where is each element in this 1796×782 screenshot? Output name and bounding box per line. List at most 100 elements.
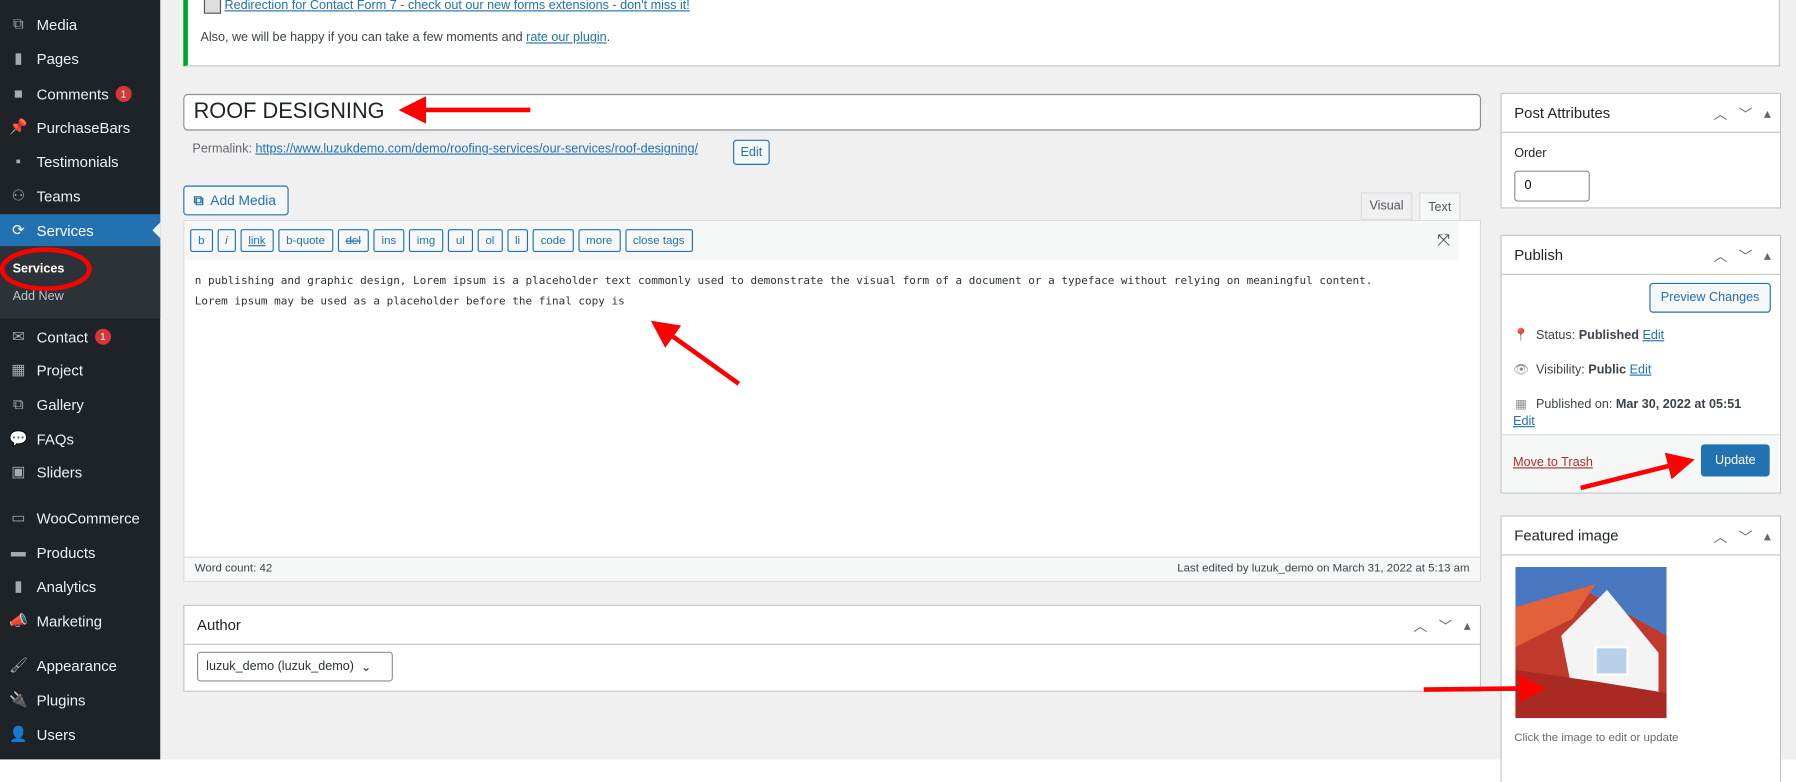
- submenu-add-new[interactable]: Add New: [13, 290, 64, 304]
- plugins-icon: 🔌: [9, 690, 28, 708]
- sidebar-item-testimonials[interactable]: ▪ Testimonials: [0, 145, 160, 177]
- sidebar-item-label: Media: [36, 15, 78, 33]
- quicktag-link[interactable]: link: [240, 229, 274, 252]
- quicktag-close-tags[interactable]: close tags: [624, 229, 693, 252]
- notification-badge: 1: [94, 328, 111, 345]
- sidebar-item-sliders[interactable]: ▣ Sliders: [0, 456, 160, 488]
- sidebar-item-label: Services: [36, 221, 94, 239]
- sidebar-item-plugins[interactable]: 🔌 Plugins: [0, 684, 160, 716]
- media-icon: ⧉: [193, 191, 204, 208]
- project-icon: ▦: [11, 360, 26, 378]
- tab-visual[interactable]: Visual: [1360, 192, 1413, 220]
- featured-image-thumbnail[interactable]: [1515, 566, 1667, 719]
- mail-icon: ✉: [12, 327, 25, 345]
- sidebar-item-marketing[interactable]: 📣 Marketing: [0, 605, 160, 637]
- post-title-input[interactable]: ROOF DESIGNING: [183, 93, 1482, 131]
- move-up-icon[interactable]: ︿: [1413, 616, 1427, 635]
- preview-changes-button[interactable]: Preview Changes: [1649, 282, 1771, 313]
- sidebar-item-pages[interactable]: ▮ Pages: [0, 42, 160, 74]
- services-submenu: Services Add New: [0, 246, 161, 319]
- quicktag-more[interactable]: more: [578, 229, 621, 252]
- sidebar-item-purchasebars[interactable]: 📌 PurchaseBars: [0, 111, 160, 143]
- add-media-label: Add Media: [210, 192, 276, 209]
- quicktag-code[interactable]: code: [532, 229, 574, 252]
- post-attributes-header: Post Attributes ︿ ﹀ ▴: [1501, 94, 1780, 133]
- sidebar-item-label: Teams: [36, 187, 81, 205]
- sidebar-item-project[interactable]: ▦ Project: [0, 354, 160, 386]
- quicktag-del[interactable]: del: [337, 229, 369, 252]
- content-textarea[interactable]: n publishing and graphic design, Lorem i…: [195, 271, 1373, 312]
- move-up-icon[interactable]: ︿: [1713, 104, 1727, 123]
- sidebar-item-analytics[interactable]: ▮ Analytics: [0, 570, 160, 602]
- toggle-icon[interactable]: ▴: [1764, 528, 1771, 544]
- quicktag-ins[interactable]: ins: [373, 229, 405, 252]
- sidebar-item-products[interactable]: ▬ Products: [0, 536, 160, 568]
- notice-text: Also, we will be happy if you can take a…: [200, 31, 610, 45]
- sidebar-item-woocommerce[interactable]: ▭ WooCommerce: [0, 502, 160, 534]
- fullscreen-icon[interactable]: ⤧: [1437, 230, 1450, 249]
- move-up-icon[interactable]: ︿: [1713, 246, 1727, 265]
- users-icon: 👤: [9, 725, 28, 743]
- sidebar-item-services[interactable]: ⟳ Services: [0, 214, 161, 247]
- publish-title: Publish: [1514, 246, 1564, 264]
- quicktag-i[interactable]: i: [217, 229, 236, 252]
- move-up-icon[interactable]: ︿: [1713, 526, 1727, 545]
- permalink-label: Permalink:: [192, 142, 252, 156]
- sliders-icon: ▣: [11, 462, 26, 480]
- sidebar-item-gallery[interactable]: ⧉ Gallery: [0, 388, 160, 420]
- pin-icon: 📍: [1513, 328, 1529, 343]
- quicktag-li[interactable]: li: [506, 229, 529, 252]
- rate-plugin-link[interactable]: rate our plugin: [526, 31, 607, 45]
- permalink-link[interactable]: https://www.luzukdemo.com/demo/roofing-s…: [255, 142, 698, 156]
- sidebar-item-label: Contact: [36, 328, 88, 346]
- status-value: Published: [1578, 328, 1639, 342]
- quicktag-ul[interactable]: ul: [447, 229, 473, 252]
- toggle-icon[interactable]: ▴: [1764, 247, 1771, 263]
- add-media-button[interactable]: ⧉ Add Media: [183, 185, 289, 216]
- move-down-icon[interactable]: ﹀: [1439, 616, 1453, 635]
- quicktag-b-quote[interactable]: b-quote: [278, 229, 334, 252]
- toggle-icon[interactable]: ▴: [1764, 105, 1771, 121]
- sidebar-item-media[interactable]: ⧉ Media: [0, 8, 160, 40]
- move-down-icon[interactable]: ﹀: [1739, 246, 1753, 265]
- word-count: Word count: 42: [194, 562, 273, 575]
- order-input[interactable]: 0: [1514, 170, 1590, 202]
- notice-link[interactable]: Redirection for Contact Form 7 - check o…: [225, 0, 690, 13]
- quicktag-img[interactable]: img: [408, 229, 444, 252]
- publish-header: Publish ︿ ﹀ ▴: [1501, 236, 1780, 275]
- box-controls: ︿ ﹀ ▴: [1713, 94, 1770, 133]
- tab-text[interactable]: Text: [1419, 192, 1461, 222]
- quicktag-ol[interactable]: ol: [477, 229, 503, 252]
- move-to-trash-link[interactable]: Move to Trash: [1513, 456, 1593, 470]
- sidebar-item-contact[interactable]: ✉ Contact 1: [0, 321, 160, 353]
- permalink-edit-button[interactable]: Edit: [733, 139, 770, 165]
- permalink-row: Permalink: https://www.luzukdemo.com/dem…: [192, 142, 698, 156]
- status-edit-link[interactable]: Edit: [1642, 328, 1664, 342]
- appearance-icon: 🖌: [9, 656, 29, 674]
- sidebar-item-users[interactable]: 👤 Users: [0, 718, 160, 750]
- order-label: Order: [1514, 146, 1547, 161]
- sidebar-item-teams[interactable]: ⚇ Teams: [0, 180, 160, 212]
- move-down-icon[interactable]: ﹀: [1739, 526, 1753, 545]
- date-edit-link[interactable]: Edit: [1513, 415, 1535, 429]
- toggle-icon[interactable]: ▴: [1464, 617, 1471, 633]
- services-icon: ⟳: [12, 221, 25, 239]
- box-controls: ︿ ﹀ ▴: [1413, 606, 1470, 645]
- sidebar-item-faqs[interactable]: 💬 FAQs: [0, 423, 160, 455]
- sidebar-item-comments[interactable]: ■ Comments 1: [0, 78, 160, 110]
- move-down-icon[interactable]: ﹀: [1739, 104, 1753, 123]
- sidebar-item-label: Appearance: [36, 656, 117, 675]
- author-selected: luzuk_demo (luzuk_demo): [206, 659, 354, 674]
- quicktag-b[interactable]: b: [190, 229, 213, 252]
- update-button[interactable]: Update: [1700, 444, 1770, 477]
- author-title: Author ︿ ﹀ ▴: [184, 606, 1480, 645]
- teams-icon: ⚇: [11, 186, 26, 204]
- author-heading: Author: [197, 616, 241, 634]
- sidebar-item-appearance[interactable]: 🖌 Appearance: [0, 649, 160, 681]
- author-select[interactable]: luzuk_demo (luzuk_demo) ⌄: [197, 651, 393, 682]
- sidebar-item-label: PurchaseBars: [36, 118, 131, 136]
- submenu-services[interactable]: Services: [13, 262, 65, 276]
- gallery-icon: ⧉: [12, 395, 24, 413]
- content-line: Lorem ipsum may be used as a placeholder…: [194, 295, 625, 309]
- visibility-edit-link[interactable]: Edit: [1630, 363, 1652, 377]
